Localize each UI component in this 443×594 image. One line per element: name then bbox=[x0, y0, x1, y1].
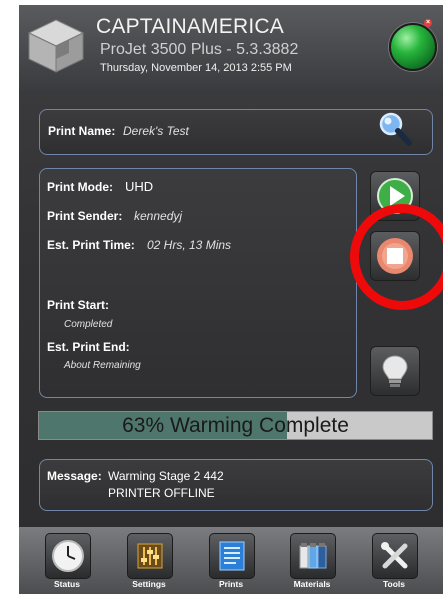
est-print-end-value: About Remaining bbox=[64, 360, 141, 371]
est-print-time-label: Est. Print Time: bbox=[47, 238, 135, 252]
print-start-value: Completed bbox=[64, 319, 113, 330]
est-print-time-value: 02 Hrs, 13 Mins bbox=[147, 238, 232, 252]
clock-icon bbox=[52, 540, 84, 572]
light-toggle-button[interactable] bbox=[370, 346, 420, 396]
printer-name: CAPTAINAMERICA bbox=[96, 15, 284, 38]
nav-materials-label: Materials bbox=[293, 579, 331, 589]
print-name-value: Derek's Test bbox=[123, 124, 189, 138]
message-label: Message: bbox=[47, 469, 102, 483]
message-panel: Message: Warming Stage 2 442 PRINTER OFF… bbox=[39, 459, 433, 511]
nav-status-label: Status bbox=[54, 579, 80, 589]
nav-settings-label: Settings bbox=[132, 579, 166, 589]
print-mode-label: Print Mode: bbox=[47, 180, 113, 194]
sliders-icon bbox=[137, 543, 163, 569]
printer-app-window: CAPTAINAMERICA ProJet 3500 Plus - 5.3.38… bbox=[19, 5, 443, 594]
print-details-panel: Print Mode: UHD Print Sender: kennedyj E… bbox=[39, 168, 357, 398]
est-print-end-label: Est. Print End: bbox=[47, 340, 130, 354]
document-icon bbox=[219, 541, 245, 571]
progress-text: 63% Warming Complete bbox=[122, 414, 349, 437]
nav-status[interactable]: Status bbox=[43, 533, 91, 591]
printer-status-light[interactable] bbox=[389, 23, 437, 71]
print-name-label: Print Name: bbox=[48, 124, 116, 138]
nav-settings[interactable]: Settings bbox=[125, 533, 173, 591]
tools-icon bbox=[381, 542, 408, 569]
print-start-label: Print Start: bbox=[47, 298, 110, 312]
lightbulb-icon bbox=[382, 355, 408, 387]
red-annotation-circle bbox=[350, 204, 443, 310]
print-name-panel: Print Name: Derek's Test bbox=[39, 109, 433, 155]
close-badge-icon[interactable]: × bbox=[424, 19, 432, 27]
print-sender-label: Print Sender: bbox=[47, 209, 123, 223]
message-line-1: Warming Stage 2 442 bbox=[108, 469, 224, 483]
nav-prints[interactable]: Prints bbox=[207, 533, 255, 591]
nav-materials[interactable]: Materials bbox=[288, 533, 336, 591]
print-sender-value: kennedyj bbox=[134, 209, 183, 223]
printer-model: ProJet 3500 Plus - 5.3.3882 bbox=[100, 41, 299, 58]
magnifier-icon[interactable] bbox=[375, 110, 415, 150]
nav-prints-label: Prints bbox=[218, 579, 244, 589]
projet-cube-logo bbox=[27, 19, 85, 73]
message-line-2: PRINTER OFFLINE bbox=[108, 486, 215, 500]
app-header: CAPTAINAMERICA ProJet 3500 Plus - 5.3.38… bbox=[19, 5, 443, 91]
bottom-nav-dock: Status Settings Prints Materials Tools bbox=[19, 527, 443, 594]
nav-tools-label: Tools bbox=[382, 579, 406, 589]
printer-datetime: Thursday, November 14, 2013 2:55 PM bbox=[100, 62, 292, 74]
bottles-icon bbox=[299, 543, 327, 569]
nav-tools[interactable]: Tools bbox=[370, 533, 418, 591]
warming-progress-bar: 63% Warming Complete bbox=[38, 411, 433, 440]
print-mode-value: UHD bbox=[125, 179, 154, 194]
